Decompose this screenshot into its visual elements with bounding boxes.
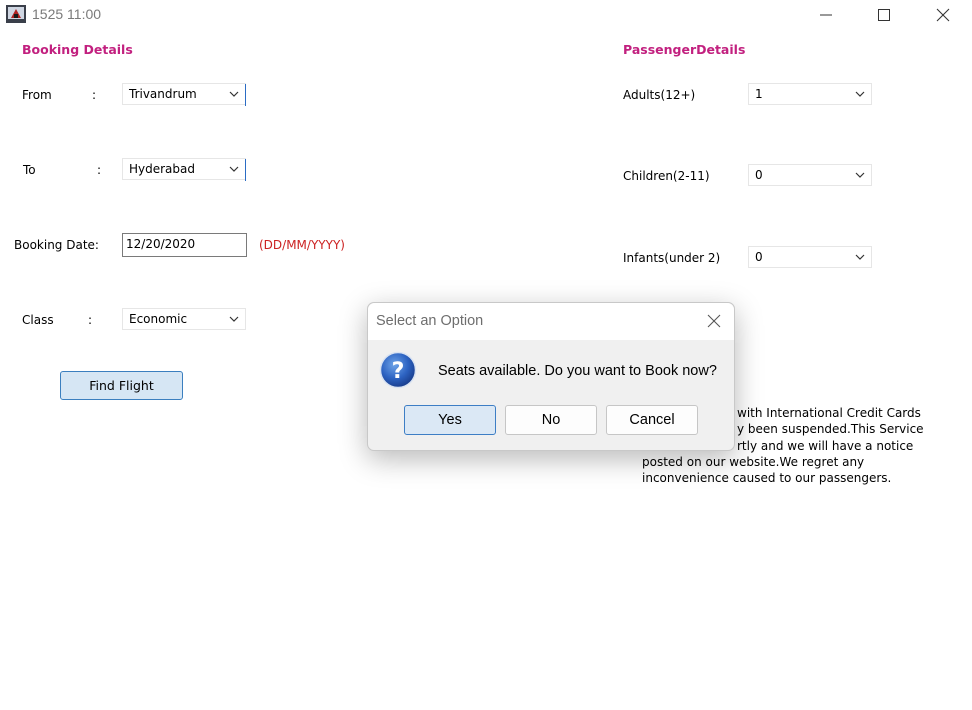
booking-details-title: Booking Details (22, 42, 133, 57)
from-select-value: Trivandrum (129, 87, 197, 101)
date-format-hint: (DD/MM/YYYY) (259, 238, 345, 252)
infants-label: Infants(under 2) (623, 251, 721, 265)
app-icon (6, 5, 26, 23)
minimize-icon (820, 14, 832, 16)
dialog-message: Seats available. Do you want to Book now… (438, 363, 717, 379)
chevron-down-icon (855, 254, 865, 260)
notice-line: inconvenience caused to our passengers. (642, 471, 892, 486)
to-select[interactable]: Hyderabad (122, 158, 246, 180)
maximize-button[interactable] (872, 4, 896, 26)
close-button[interactable] (931, 4, 955, 26)
booking-date-field[interactable] (122, 233, 247, 257)
to-colon: : (97, 163, 102, 177)
minimize-button[interactable] (814, 4, 838, 26)
from-select[interactable]: Trivandrum (122, 83, 246, 105)
to-select-value: Hyderabad (129, 162, 195, 176)
adults-select[interactable]: 1 (748, 83, 872, 105)
from-label: From (22, 88, 52, 102)
yes-button[interactable]: Yes (404, 405, 496, 435)
to-label: To (23, 163, 36, 177)
class-colon: : (88, 313, 93, 327)
close-icon (936, 8, 950, 22)
find-flight-button[interactable]: Find Flight (60, 371, 183, 400)
children-label: Children(2-11) (623, 169, 710, 183)
window-title: 1525 11:00 (32, 6, 102, 22)
infants-select[interactable]: 0 (748, 246, 872, 268)
question-icon: ? (379, 351, 417, 389)
chevron-down-icon (229, 166, 239, 172)
confirm-dialog: Select an Option ? Seats available. Do y… (367, 302, 735, 451)
notice-line: posted on our website.We regret any (642, 454, 865, 469)
focus-caret (245, 159, 246, 181)
dialog-title: Select an Option (376, 313, 484, 329)
adults-label: Adults(12+) (623, 88, 696, 102)
booking-date-input[interactable] (126, 237, 241, 251)
chevron-down-icon (229, 91, 239, 97)
adults-select-value: 1 (755, 87, 763, 101)
no-button[interactable]: No (505, 405, 597, 435)
dialog-close-icon[interactable] (706, 313, 722, 329)
svg-text:?: ? (392, 359, 405, 384)
chevron-down-icon (855, 91, 865, 97)
class-select-value: Economic (129, 312, 188, 326)
title-bar: 1525 11:00 (0, 0, 972, 30)
class-label: Class (22, 313, 54, 327)
passenger-details-title: PassengerDetails (623, 42, 746, 57)
focus-caret (245, 84, 246, 106)
booking-date-label: Booking Date: (14, 238, 99, 252)
children-select[interactable]: 0 (748, 164, 872, 186)
infants-select-value: 0 (755, 250, 763, 264)
dialog-header: Select an Option (368, 303, 734, 340)
children-select-value: 0 (755, 168, 763, 182)
from-colon: : (92, 88, 97, 102)
cancel-button[interactable]: Cancel (606, 405, 698, 435)
chevron-down-icon (855, 172, 865, 178)
chevron-down-icon (229, 316, 239, 322)
maximize-icon (878, 9, 890, 21)
class-select[interactable]: Economic (122, 308, 246, 330)
